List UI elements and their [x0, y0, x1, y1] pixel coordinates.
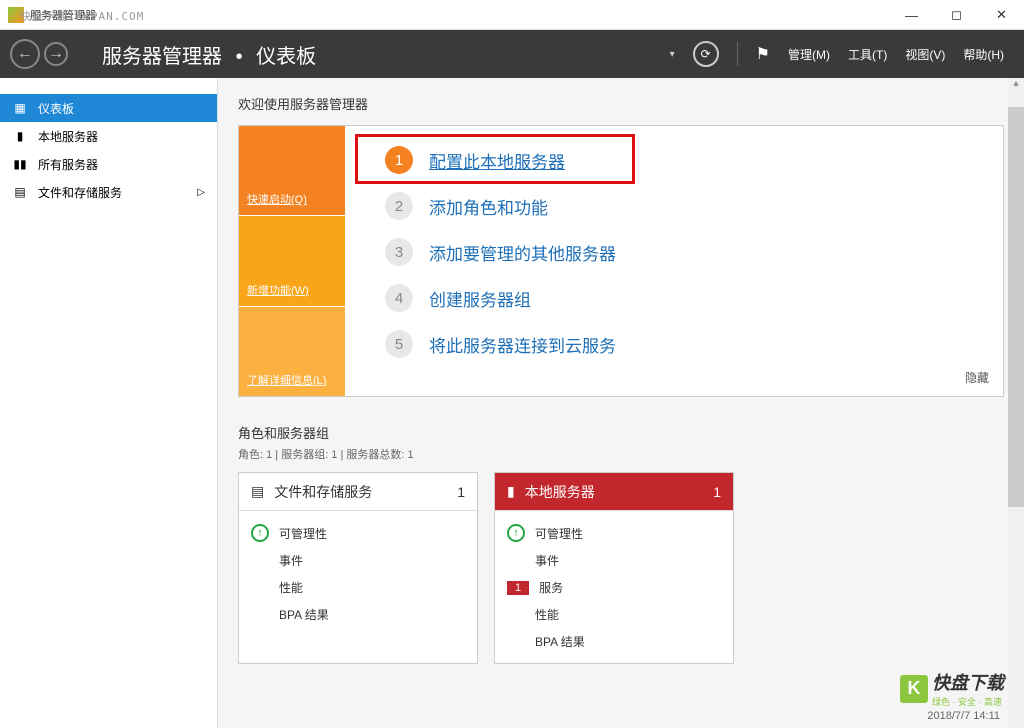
logo-k-icon: K: [900, 675, 928, 703]
tile-row-services[interactable]: 1服务: [507, 574, 721, 601]
servers-icon: ▮▮: [12, 156, 28, 172]
step-number: 5: [385, 330, 413, 358]
steps-panel: 1 配置此本地服务器 2 添加角色和功能 3 添加要管理的其他服务器 4 创建服…: [345, 126, 1003, 396]
sidebar-label: 文件和存储服务: [38, 184, 122, 201]
step-number: 2: [385, 192, 413, 220]
breadcrumb: 服务器管理器 • 仪表板: [98, 40, 670, 69]
server-icon: ▮: [507, 483, 515, 500]
minimize-button[interactable]: —: [889, 0, 934, 30]
tab-whats-new[interactable]: 新增功能(W): [239, 215, 345, 306]
divider: [737, 42, 738, 66]
tile-header: ▤ 文件和存储服务 1: [239, 473, 477, 511]
alert-badge: 1: [507, 581, 529, 595]
tile-row-events[interactable]: 事件: [507, 547, 721, 574]
dashboard-icon: ▦: [12, 100, 28, 116]
welcome-title: 欢迎使用服务器管理器: [238, 94, 1004, 113]
titlebar: 服务器管理器 快盘下载 KKPAN.COM — ◻ ✕: [0, 0, 1024, 30]
sidebar-item-dashboard[interactable]: ▦ 仪表板: [0, 94, 217, 122]
tile-file-storage[interactable]: ▤ 文件和存储服务 1 ↑可管理性 事件 性能 BPA 结果: [238, 472, 478, 664]
tile-count: 1: [457, 484, 465, 500]
menu-tools[interactable]: 工具(T): [848, 46, 887, 63]
storage-icon: ▤: [251, 483, 264, 500]
nav-forward-button[interactable]: →: [44, 42, 68, 66]
tile-row-bpa[interactable]: BPA 结果: [507, 628, 721, 655]
step-number: 4: [385, 284, 413, 312]
menu-manage[interactable]: 管理(M): [788, 46, 830, 63]
tile-row-performance[interactable]: 性能: [251, 574, 465, 601]
refresh-icon[interactable]: ⟳: [693, 41, 719, 67]
step-cloud-connect[interactable]: 5 将此服务器连接到云服务: [385, 330, 963, 358]
tab-learn-more[interactable]: 了解详细信息(L): [239, 307, 345, 396]
server-icon: ▮: [12, 128, 28, 144]
tile-title: 文件和存储服务: [274, 482, 372, 502]
dropdown-icon[interactable]: ▾: [670, 49, 675, 60]
step-add-roles[interactable]: 2 添加角色和功能: [385, 192, 963, 220]
watermark-logo: K 快盘下载 绿色 · 安全 · 高速: [900, 669, 1004, 708]
scrollbar[interactable]: ▴: [1008, 78, 1024, 728]
watermark-text: 快盘下载 KKPAN.COM: [20, 8, 144, 24]
tile-row-manageability[interactable]: ↑可管理性: [251, 519, 465, 547]
breadcrumb-app[interactable]: 服务器管理器: [102, 46, 222, 68]
roles-subtitle: 角色: 1 | 服务器组: 1 | 服务器总数: 1: [238, 446, 1004, 462]
tile-header: ▮ 本地服务器 1: [495, 473, 733, 511]
menu-help[interactable]: 帮助(H): [963, 46, 1004, 63]
tile-row-performance[interactable]: 性能: [507, 601, 721, 628]
highlight-annotation: [355, 134, 635, 184]
tile-row-manageability[interactable]: ↑可管理性: [507, 519, 721, 547]
sidebar-item-all-servers[interactable]: ▮▮ 所有服务器: [0, 150, 217, 178]
logo-subtext: 绿色 · 安全 · 高速: [932, 695, 1004, 708]
tile-row-bpa[interactable]: BPA 结果: [251, 601, 465, 628]
status-up-icon: ↑: [251, 524, 269, 542]
sidebar-label: 所有服务器: [38, 156, 98, 173]
step-number: 3: [385, 238, 413, 266]
tiles-row: ▤ 文件和存储服务 1 ↑可管理性 事件 性能 BPA 结果 ▮ 本地服务器 1: [238, 472, 1004, 664]
sidebar: ▦ 仪表板 ▮ 本地服务器 ▮▮ 所有服务器 ▤ 文件和存储服务 ▷: [0, 78, 218, 728]
sidebar-item-file-storage[interactable]: ▤ 文件和存储服务 ▷: [0, 178, 217, 206]
sidebar-label: 本地服务器: [38, 128, 98, 145]
tile-count: 1: [713, 484, 721, 500]
tile-local-server[interactable]: ▮ 本地服务器 1 ↑可管理性 事件 1服务 性能 BPA 结果: [494, 472, 734, 664]
step-text: 创建服务器组: [429, 286, 531, 311]
breadcrumb-separator: •: [236, 46, 243, 68]
content-area: 欢迎使用服务器管理器 快速启动(Q) 新增功能(W) 了解详细信息(L) 1 配…: [218, 78, 1024, 728]
step-create-group[interactable]: 4 创建服务器组: [385, 284, 963, 312]
breadcrumb-page[interactable]: 仪表板: [256, 46, 316, 68]
tile-title: 本地服务器: [525, 482, 595, 502]
hide-link[interactable]: 隐藏: [965, 369, 989, 386]
nav-back-button[interactable]: ←: [10, 39, 40, 69]
step-add-servers[interactable]: 3 添加要管理的其他服务器: [385, 238, 963, 266]
sidebar-item-local-server[interactable]: ▮ 本地服务器: [0, 122, 217, 150]
scroll-thumb[interactable]: [1008, 107, 1024, 507]
storage-icon: ▤: [12, 184, 28, 200]
welcome-box: 快速启动(Q) 新增功能(W) 了解详细信息(L) 1 配置此本地服务器 2 添…: [238, 125, 1004, 397]
roles-title: 角色和服务器组: [238, 423, 1004, 442]
logo-text: 快盘下载: [932, 669, 1004, 695]
tab-quick-start[interactable]: 快速启动(Q): [239, 126, 345, 215]
step-text: 添加要管理的其他服务器: [429, 240, 616, 265]
menu-view[interactable]: 视图(V): [905, 46, 945, 63]
maximize-button[interactable]: ◻: [934, 0, 979, 30]
flag-icon[interactable]: ⚑: [756, 44, 770, 64]
sidebar-label: 仪表板: [38, 100, 74, 117]
status-up-icon: ↑: [507, 524, 525, 542]
tile-row-events[interactable]: 事件: [251, 547, 465, 574]
step-text: 将此服务器连接到云服务: [429, 332, 616, 357]
close-button[interactable]: ✕: [979, 0, 1024, 30]
timestamp: 2018/7/7 14:11: [927, 710, 1000, 722]
header-bar: ← → 服务器管理器 • 仪表板 ▾ ⟳ ⚑ 管理(M) 工具(T) 视图(V)…: [0, 30, 1024, 78]
step-text: 添加角色和功能: [429, 194, 548, 219]
chevron-right-icon: ▷: [197, 187, 205, 198]
